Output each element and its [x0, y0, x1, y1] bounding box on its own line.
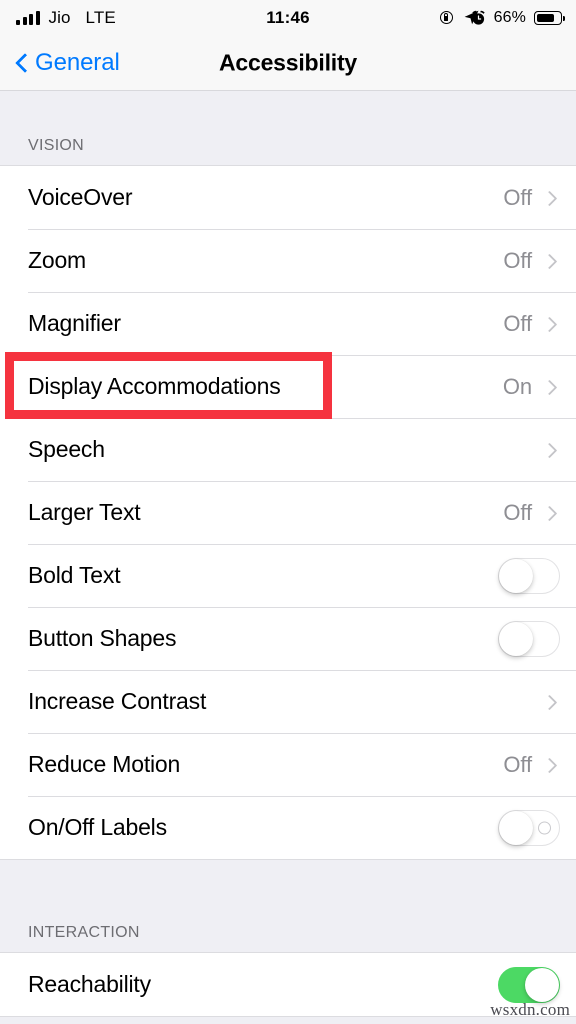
chevron-right-icon — [544, 692, 556, 712]
page-title: Accessibility — [218, 49, 358, 76]
row-button-shapes[interactable]: Button Shapes — [0, 607, 576, 670]
navigation-bar: General Accessibility — [0, 36, 576, 91]
settings-list[interactable]: VISION VoiceOver Off Zoom Off Magnifier … — [0, 91, 576, 1024]
row-value: Off — [503, 499, 532, 525]
row-label: Reachability — [28, 971, 151, 997]
toggle-on-off-labels[interactable] — [498, 809, 560, 846]
row-value: On — [502, 373, 532, 399]
rotation-lock-icon — [439, 10, 455, 26]
signal-bars-icon — [16, 11, 40, 25]
battery-icon — [534, 11, 565, 25]
chevron-right-icon — [544, 251, 556, 271]
row-zoom[interactable]: Zoom Off — [0, 229, 576, 292]
toggle-bold-text[interactable] — [498, 557, 560, 594]
network-type-label: LTE — [85, 8, 116, 27]
row-speech[interactable]: Speech — [0, 418, 576, 481]
battery-percent-label: 66% — [493, 9, 526, 26]
row-label: Bold Text — [28, 562, 121, 588]
row-magnifier[interactable]: Magnifier Off — [0, 292, 576, 355]
row-larger-text[interactable]: Larger Text Off — [0, 481, 576, 544]
chevron-right-icon — [544, 503, 556, 523]
row-value: Off — [503, 184, 532, 210]
row-label: Magnifier — [28, 310, 121, 336]
toggle-button-shapes[interactable] — [498, 620, 560, 657]
row-label: Reduce Motion — [28, 751, 181, 777]
row-label: Zoom — [28, 247, 86, 273]
toggle-reachability[interactable] — [498, 966, 560, 1003]
row-value: Off — [503, 751, 532, 777]
row-display-accommodations[interactable]: Display Accommodations On — [0, 355, 576, 418]
chevron-right-icon — [544, 377, 556, 397]
row-label: Increase Contrast — [28, 688, 207, 714]
iphone-screen: Jio LTE 11:46 66% General Accessibility … — [0, 0, 576, 1024]
row-label: Button Shapes — [28, 625, 177, 651]
section-header-vision: VISION — [28, 137, 85, 154]
row-increase-contrast[interactable]: Increase Contrast — [0, 670, 576, 733]
chevron-right-icon — [544, 755, 556, 775]
row-voiceover[interactable]: VoiceOver Off — [0, 166, 576, 229]
row-label: Display Accommodations — [28, 373, 281, 399]
chevron-right-icon — [544, 188, 556, 208]
row-label: On/Off Labels — [28, 814, 167, 840]
chevron-right-icon — [544, 440, 556, 460]
status-bar-right: 66% — [439, 9, 565, 27]
row-bold-text[interactable]: Bold Text — [0, 544, 576, 607]
status-bar: Jio LTE 11:46 66% — [0, 0, 576, 36]
status-bar-left: Jio LTE — [16, 8, 116, 28]
off-label-circle-icon — [538, 821, 551, 834]
row-label: VoiceOver — [28, 184, 133, 210]
settings-group-vision: VoiceOver Off Zoom Off Magnifier Off Dis… — [0, 165, 576, 860]
row-label: Larger Text — [28, 499, 141, 525]
watermark: wsxdn.com — [490, 1000, 570, 1019]
section-header-interaction: INTERACTION — [28, 924, 140, 941]
row-on-off-labels[interactable]: On/Off Labels — [0, 796, 576, 859]
row-label: Speech — [28, 436, 105, 462]
row-reduce-motion[interactable]: Reduce Motion Off — [0, 733, 576, 796]
carrier-label: Jio — [48, 8, 71, 27]
row-value: Off — [503, 310, 532, 336]
alarm-clock-icon — [471, 10, 486, 26]
row-value: Off — [503, 247, 532, 273]
chevron-right-icon — [544, 314, 556, 334]
